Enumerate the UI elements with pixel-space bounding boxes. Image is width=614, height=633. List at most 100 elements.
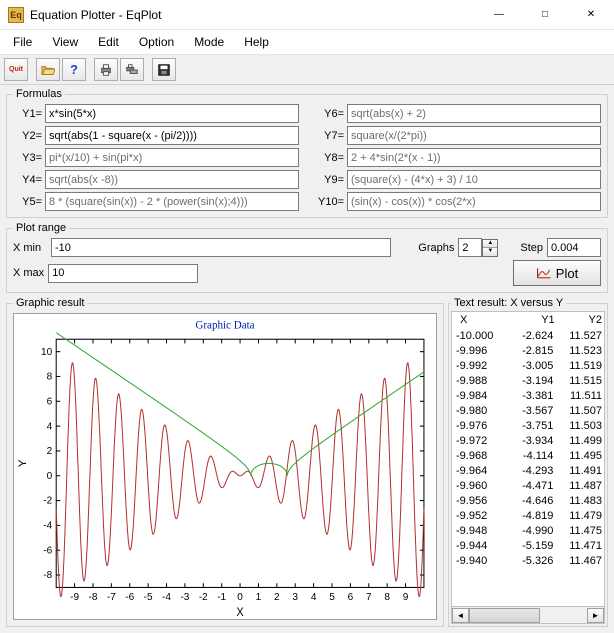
print-button[interactable] bbox=[94, 58, 118, 81]
print-setup-button[interactable] bbox=[120, 58, 144, 81]
table-row: -9.956-4.64611.483 bbox=[452, 494, 604, 509]
input-y4[interactable] bbox=[45, 170, 299, 189]
graphs-spinner[interactable]: ▲▼ bbox=[482, 239, 498, 257]
svg-text:6: 6 bbox=[348, 592, 354, 603]
col-x: X bbox=[456, 314, 507, 326]
svg-text:1: 1 bbox=[256, 592, 262, 603]
app-icon: Eq bbox=[8, 7, 24, 23]
table-row: -9.944-5.15911.471 bbox=[452, 539, 604, 554]
xmin-input[interactable] bbox=[51, 238, 391, 257]
graphs-label: Graphs bbox=[418, 242, 454, 254]
label-y3: Y3= bbox=[13, 152, 43, 164]
step-label: Step bbox=[520, 242, 543, 254]
table-row: -9.988-3.19411.515 bbox=[452, 374, 604, 389]
svg-text:4: 4 bbox=[311, 592, 317, 603]
menu-edit[interactable]: Edit bbox=[89, 33, 128, 51]
toolbar: Quit ? bbox=[0, 55, 614, 85]
scroll-thumb[interactable] bbox=[469, 608, 540, 623]
horizontal-scrollbar[interactable]: ◄ ► bbox=[451, 607, 605, 624]
svg-text:-8: -8 bbox=[43, 570, 52, 581]
svg-text:-6: -6 bbox=[43, 545, 52, 556]
scroll-right-icon[interactable]: ► bbox=[587, 608, 604, 623]
spinner-down-icon[interactable]: ▼ bbox=[483, 248, 497, 256]
scroll-left-icon[interactable]: ◄ bbox=[452, 608, 469, 623]
open-button[interactable] bbox=[36, 58, 60, 81]
graphic-result-legend: Graphic result bbox=[13, 297, 87, 309]
menu-mode[interactable]: Mode bbox=[185, 33, 233, 51]
help-button[interactable]: ? bbox=[62, 58, 86, 81]
xmax-input[interactable] bbox=[48, 264, 198, 283]
svg-text:X: X bbox=[236, 607, 244, 619]
table-row: -9.980-3.56711.507 bbox=[452, 404, 604, 419]
folder-open-icon bbox=[41, 63, 55, 77]
col-y2: Y2 bbox=[555, 314, 602, 326]
graphic-result-group: Graphic result Graphic DataYX-8-6-4-2024… bbox=[6, 297, 444, 627]
menu-option[interactable]: Option bbox=[130, 33, 183, 51]
step-input[interactable] bbox=[547, 238, 601, 257]
table-row: -9.940-5.32611.467 bbox=[452, 554, 604, 569]
svg-text:-2: -2 bbox=[199, 592, 208, 603]
table-row: -9.972-3.93411.499 bbox=[452, 434, 604, 449]
svg-text:8: 8 bbox=[384, 592, 390, 603]
svg-text:0: 0 bbox=[237, 592, 243, 603]
menu-help[interactable]: Help bbox=[235, 33, 278, 51]
spinner-up-icon[interactable]: ▲ bbox=[483, 240, 497, 248]
svg-text:0: 0 bbox=[47, 471, 53, 482]
table-row: -9.948-4.99011.475 bbox=[452, 524, 604, 539]
text-result-table[interactable]: X Y1 Y2 -10.000-2.62411.527-9.996-2.8151… bbox=[451, 311, 605, 607]
table-row: -9.996-2.81511.523 bbox=[452, 344, 604, 359]
svg-text:Y: Y bbox=[17, 459, 29, 467]
input-y8[interactable] bbox=[347, 148, 601, 167]
label-y6: Y6= bbox=[315, 108, 345, 120]
svg-text:-7: -7 bbox=[107, 592, 116, 603]
input-y2[interactable] bbox=[45, 126, 299, 145]
input-y9[interactable] bbox=[347, 170, 601, 189]
menu-view[interactable]: View bbox=[43, 33, 87, 51]
input-y7[interactable] bbox=[347, 126, 601, 145]
input-y10[interactable] bbox=[347, 192, 601, 211]
label-y2: Y2= bbox=[13, 130, 43, 142]
svg-text:-5: -5 bbox=[144, 592, 153, 603]
close-button[interactable]: ✕ bbox=[568, 0, 614, 29]
label-y8: Y8= bbox=[315, 152, 345, 164]
text-result-group: Text result: X versus Y X Y1 Y2 -10.000-… bbox=[448, 297, 608, 627]
xmax-label: X max bbox=[13, 267, 44, 279]
plot-range-legend: Plot range bbox=[13, 222, 69, 234]
svg-text:-9: -9 bbox=[70, 592, 79, 603]
graphs-input[interactable] bbox=[458, 238, 482, 257]
svg-text:-8: -8 bbox=[89, 592, 98, 603]
input-y5[interactable] bbox=[45, 192, 299, 211]
input-y6[interactable] bbox=[347, 104, 601, 123]
svg-text:-4: -4 bbox=[43, 520, 52, 531]
chart-canvas[interactable]: Graphic DataYX-8-6-4-20246810-9-8-7-6-5-… bbox=[13, 313, 437, 620]
plot-button[interactable]: Plot bbox=[513, 260, 601, 286]
save-button[interactable] bbox=[152, 58, 176, 81]
svg-text:8: 8 bbox=[47, 371, 53, 382]
col-y1: Y1 bbox=[507, 314, 554, 326]
quit-button[interactable]: Quit bbox=[4, 58, 28, 81]
menu-file[interactable]: File bbox=[4, 33, 41, 51]
table-row: -9.976-3.75111.503 bbox=[452, 419, 604, 434]
table-row: -9.992-3.00511.519 bbox=[452, 359, 604, 374]
printers-icon bbox=[125, 63, 139, 77]
label-y5: Y5= bbox=[13, 196, 43, 208]
label-y4: Y4= bbox=[13, 174, 43, 186]
svg-text:-1: -1 bbox=[217, 592, 226, 603]
maximize-button[interactable]: □ bbox=[522, 0, 568, 29]
formulas-group: Formulas Y1= Y6= Y2= Y7= Y3= Y8= Y4= Y9=… bbox=[6, 88, 608, 218]
printer-icon bbox=[99, 63, 113, 77]
svg-text:-4: -4 bbox=[162, 592, 171, 603]
minimize-button[interactable]: — bbox=[476, 0, 522, 29]
label-y10: Y10= bbox=[315, 196, 345, 208]
window-title: Equation Plotter - EqPlot bbox=[30, 8, 476, 22]
input-y1[interactable] bbox=[45, 104, 299, 123]
table-row: -10.000-2.62411.527 bbox=[452, 329, 604, 344]
svg-text:-6: -6 bbox=[125, 592, 134, 603]
svg-text:7: 7 bbox=[366, 592, 372, 603]
svg-text:Graphic Data: Graphic Data bbox=[195, 320, 254, 332]
table-row: -9.968-4.11411.495 bbox=[452, 449, 604, 464]
xmin-label: X min bbox=[13, 242, 47, 254]
window-titlebar: Eq Equation Plotter - EqPlot — □ ✕ bbox=[0, 0, 614, 30]
plot-icon bbox=[536, 266, 552, 280]
input-y3[interactable] bbox=[45, 148, 299, 167]
